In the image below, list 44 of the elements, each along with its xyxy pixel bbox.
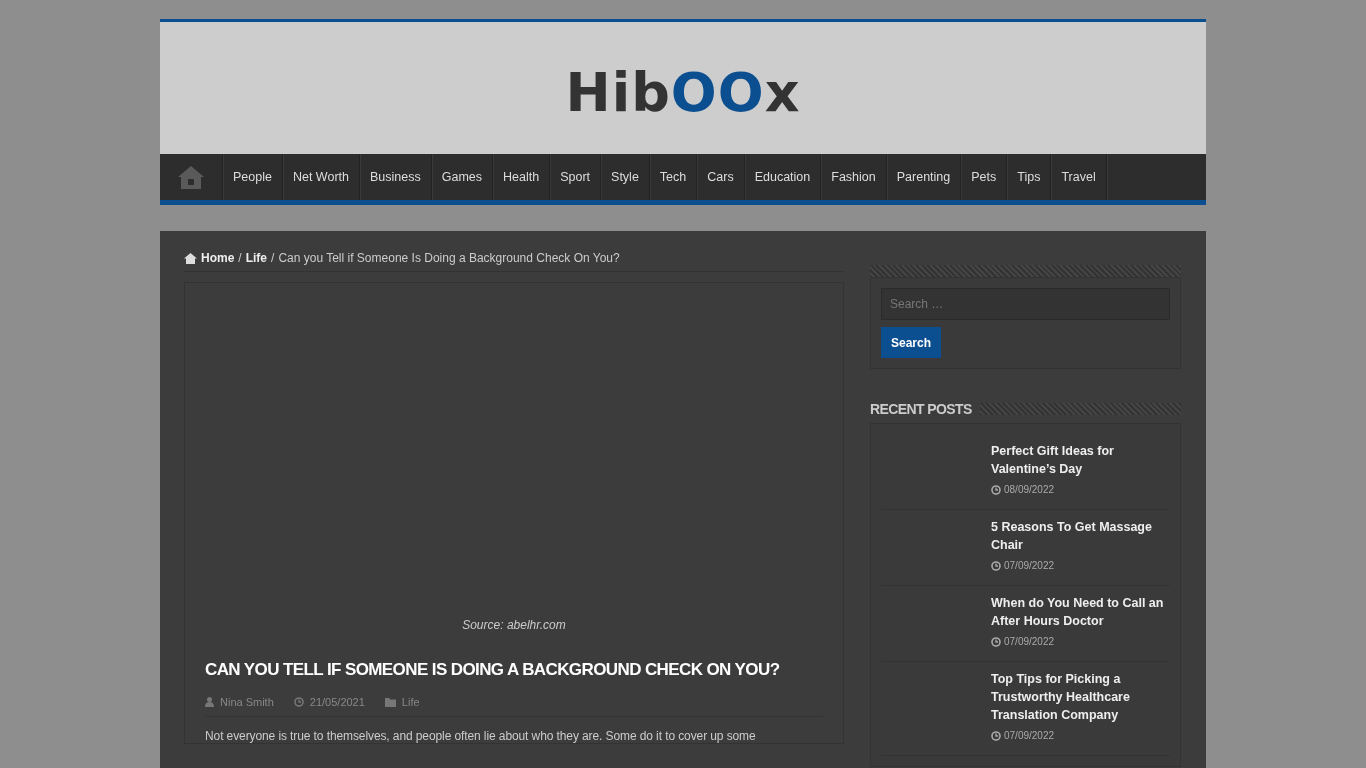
nav-link[interactable]: Tips bbox=[1007, 154, 1052, 200]
breadcrumb-current: Can you Tell if Someone Is Doing a Background Check On You? bbox=[278, 251, 620, 265]
folder-icon bbox=[384, 697, 396, 707]
post-date: 07/09/2022 bbox=[1004, 730, 1055, 741]
clock-icon bbox=[991, 636, 1001, 647]
site-logo[interactable]: HibOOx bbox=[565, 60, 801, 124]
clock-icon bbox=[991, 560, 1001, 571]
nav-link[interactable]: Games bbox=[431, 154, 493, 200]
clock-icon bbox=[293, 697, 304, 707]
post-link[interactable]: Top Tips for Picking a Trustworthy Healthcare Translation Company bbox=[991, 670, 1170, 724]
post-date: 08/09/2022 bbox=[1004, 484, 1055, 495]
breadcrumb-link[interactable]: Home bbox=[201, 251, 235, 265]
nav-link[interactable]: Cars bbox=[697, 154, 745, 200]
post-date: 07/09/2022 bbox=[1004, 636, 1055, 647]
nav-link[interactable]: Travel bbox=[1051, 154, 1107, 200]
nav-link[interactable]: Tech bbox=[649, 154, 698, 200]
search-field[interactable]: Search … bbox=[881, 288, 1170, 320]
post-link[interactable]: Perfect Gift Ideas for Valentine’s Day bbox=[991, 442, 1170, 478]
breadcrumb-link[interactable]: Life bbox=[245, 251, 268, 265]
nav-link[interactable]: Style bbox=[601, 154, 650, 200]
nav-link[interactable]: Sport bbox=[550, 154, 602, 200]
clock-icon bbox=[991, 730, 1001, 741]
home-icon bbox=[184, 252, 197, 264]
nav-link[interactable]: Health bbox=[493, 154, 551, 200]
widget-title: RECENT POSTS bbox=[870, 401, 972, 417]
post-link[interactable]: 5 Reasons To Get Massage Chair bbox=[991, 518, 1170, 554]
nav-link[interactable]: Parenting bbox=[886, 154, 962, 200]
nav-link[interactable]: Fashion bbox=[821, 154, 887, 200]
image-caption: Source: abelhr.com bbox=[461, 618, 567, 632]
nav-link[interactable]: Net Worth bbox=[282, 154, 360, 200]
post-date: 07/09/2022 bbox=[1004, 560, 1055, 571]
post-link[interactable]: When do You Need to Call an After Hours Doctor bbox=[991, 594, 1170, 630]
post-title: CAN YOU TELL IF SOMEONE IS DOING A BACKGROUND CHECK ON YOU? bbox=[205, 659, 781, 681]
post-date: 21/05/2021 bbox=[309, 696, 365, 708]
nav-link[interactable]: Pets bbox=[961, 154, 1008, 200]
search-button[interactable]: Search bbox=[881, 327, 942, 358]
post-body: Not everyone is true to themselves, and people often lie about who they are. Some do it to cover up some bbox=[205, 729, 757, 743]
nav-link[interactable]: Business bbox=[360, 154, 432, 200]
nav-link[interactable]: People bbox=[223, 154, 283, 200]
clock-icon bbox=[991, 484, 1001, 495]
breadcrumb-separator: / bbox=[271, 251, 275, 265]
nav-link[interactable]: Education bbox=[744, 154, 822, 200]
breadcrumb-separator: / bbox=[238, 251, 242, 265]
user-icon bbox=[205, 697, 214, 707]
